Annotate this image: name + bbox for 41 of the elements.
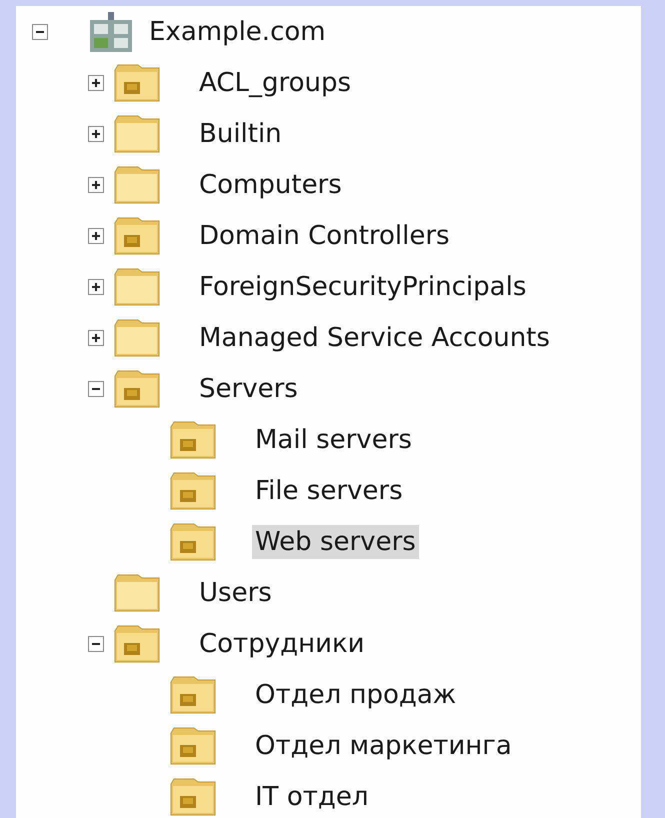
tree-item[interactable]: Users [196, 576, 275, 610]
folder-icon [170, 472, 216, 510]
expand-icon[interactable] [88, 176, 104, 192]
folder-icon [114, 114, 160, 152]
tree-item[interactable]: Managed Service Accounts [196, 320, 553, 354]
folder-icon [170, 726, 216, 764]
tree-item[interactable]: Computers [196, 168, 345, 202]
folder-icon [170, 676, 216, 714]
expand-icon[interactable] [88, 74, 104, 90]
folder-icon [114, 216, 160, 254]
folder-icon [170, 420, 216, 458]
folder-icon [114, 268, 160, 306]
collapse-icon[interactable] [88, 636, 104, 652]
tree-item[interactable]: Отдел продаж [252, 678, 460, 712]
tree-item[interactable]: File servers [252, 474, 406, 508]
tree-item[interactable]: Servers [196, 372, 301, 406]
tree-item[interactable]: Сотрудники [196, 626, 368, 660]
tree-item[interactable]: Web servers [252, 524, 419, 558]
tree-item[interactable]: Example.com [146, 14, 329, 48]
tree-item[interactable]: IT отдел [252, 780, 372, 814]
collapse-icon[interactable] [32, 24, 48, 40]
tree-item[interactable]: Отдел маркетинга [252, 728, 515, 762]
tree-item[interactable]: Builtin [196, 116, 285, 150]
expand-icon[interactable] [88, 330, 104, 346]
folder-icon [114, 370, 160, 408]
tree-item[interactable]: Mail servers [252, 422, 415, 456]
tree-item[interactable]: Domain Controllers [196, 218, 453, 252]
folder-icon [114, 64, 160, 102]
folder-icon [114, 574, 160, 612]
folder-icon [170, 778, 216, 816]
folder-icon [114, 624, 160, 662]
folder-icon [114, 318, 160, 356]
folder-icon [114, 166, 160, 204]
expand-icon[interactable] [88, 278, 104, 294]
expand-icon[interactable] [88, 126, 104, 142]
expand-icon[interactable] [88, 228, 104, 244]
domain-icon [88, 12, 134, 52]
folder-icon [170, 522, 216, 560]
tree-item[interactable]: ACL_groups [196, 66, 354, 100]
tree-item[interactable]: ForeignSecurityPrincipals [196, 270, 530, 304]
collapse-icon[interactable] [88, 380, 104, 396]
